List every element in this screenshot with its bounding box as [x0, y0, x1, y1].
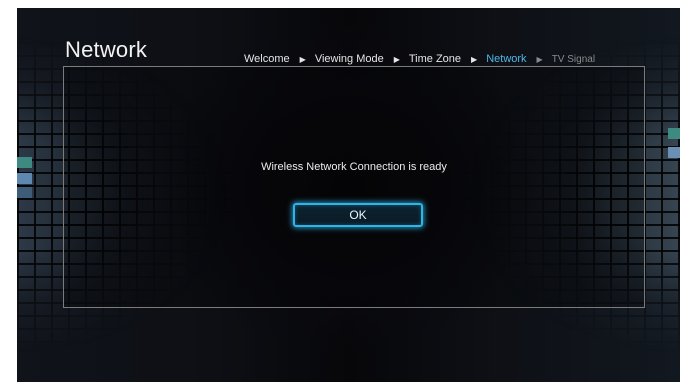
play-triangle-icon: ▶ — [471, 54, 478, 64]
background-accent-tile — [17, 173, 32, 184]
background-accent-tile — [17, 157, 32, 168]
dialog-panel: Wireless Network Connection is ready OK — [63, 66, 645, 308]
play-triangle-icon: ▶ — [536, 54, 543, 64]
breadcrumb-step-time-zone: Time Zone — [408, 53, 462, 65]
breadcrumb-step-network: Network — [486, 53, 527, 65]
play-triangle-icon: ▶ — [393, 54, 400, 64]
status-message: Wireless Network Connection is ready — [261, 161, 447, 173]
ok-button[interactable]: OK — [293, 203, 423, 227]
setup-breadcrumb: Welcome ▶ Viewing Mode ▶ Time Zone ▶ Net… — [244, 53, 595, 65]
breadcrumb-step-tv-signal: TV Signal — [551, 53, 596, 65]
breadcrumb-step-viewing-mode: Viewing Mode — [314, 53, 384, 65]
background-accent-tile — [17, 187, 32, 198]
setup-screen: Network Welcome ▶ Viewing Mode ▶ Time Zo… — [17, 8, 680, 382]
breadcrumb-step-welcome: Welcome — [244, 53, 290, 65]
play-triangle-icon: ▶ — [299, 54, 306, 64]
background-accent-tile — [668, 128, 680, 139]
background-accent-tile — [668, 147, 680, 158]
page-title: Network — [65, 37, 148, 62]
